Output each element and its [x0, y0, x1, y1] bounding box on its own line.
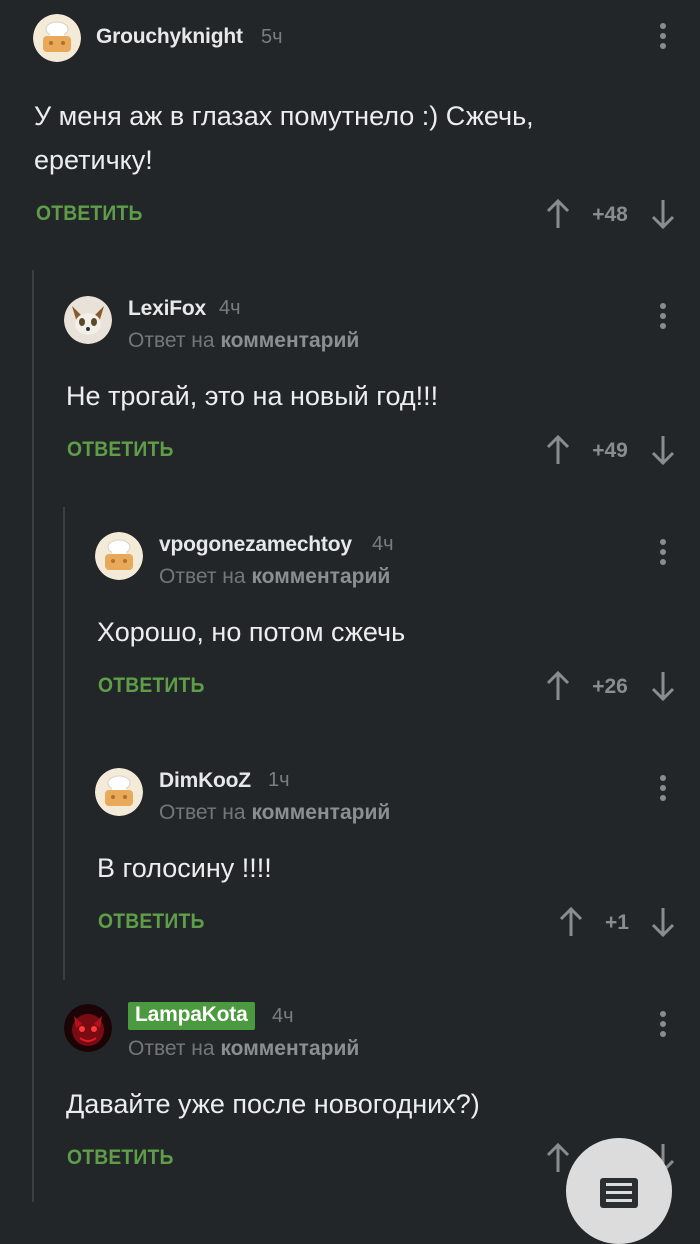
downvote-arrow-icon[interactable] [650, 906, 676, 938]
reply-to-label: Ответ на комментарий [159, 801, 390, 825]
more-options-icon[interactable] [659, 539, 667, 567]
comment-score: +26 [592, 675, 628, 698]
reply-button[interactable]: ОТВЕТИТЬ [36, 202, 143, 226]
avatar[interactable] [95, 532, 143, 580]
reply-to-link[interactable]: комментарий [251, 801, 390, 824]
avatar[interactable] [33, 14, 81, 62]
reply-to-label: Ответ на комментарий [159, 565, 390, 589]
comments-list-button[interactable] [566, 1138, 672, 1244]
reply-to-prefix: Ответ на [128, 329, 215, 352]
avatar[interactable] [95, 768, 143, 816]
username[interactable]: DimKooZ [159, 769, 251, 793]
username[interactable]: Grouchyknight [96, 25, 243, 49]
reply-to-link[interactable]: комментарий [251, 565, 390, 588]
reply-to-prefix: Ответ на [128, 1037, 215, 1060]
reply-to-link[interactable]: комментарий [220, 1037, 359, 1060]
reply-to-prefix: Ответ на [159, 801, 246, 824]
reply-button[interactable]: ОТВЕТИТЬ [98, 910, 205, 934]
username[interactable]: LexiFox [128, 297, 206, 321]
reply-to-label: Ответ на комментарий [128, 1037, 359, 1061]
comment-text: Хорошо, но потом сжечь [97, 617, 406, 647]
timestamp: 5ч [261, 26, 283, 48]
more-options-icon[interactable] [659, 23, 667, 51]
comment-text: У меня аж в глазах помутнело :) Сжечь, е… [34, 101, 534, 175]
upvote-arrow-icon[interactable] [545, 670, 571, 702]
chef-hat-avatar-icon [95, 768, 143, 816]
fox-avatar-icon [64, 296, 112, 344]
downvote-arrow-icon[interactable] [650, 670, 676, 702]
reply-button[interactable]: ОТВЕТИТЬ [98, 674, 205, 698]
comment-score: +48 [592, 203, 628, 226]
comments-list-icon [600, 1178, 638, 1208]
timestamp: 1ч [268, 769, 290, 791]
downvote-arrow-icon[interactable] [650, 434, 676, 466]
comment-text: Давайте уже после новогодних?) [66, 1089, 480, 1119]
reply-to-label: Ответ на комментарий [128, 329, 359, 353]
thread-line-level-2 [63, 507, 65, 980]
timestamp: 4ч [272, 1005, 294, 1027]
username[interactable]: vpogonezamechtoy [159, 533, 352, 557]
red-cat-avatar-icon [64, 1004, 112, 1052]
upvote-arrow-icon[interactable] [545, 198, 571, 230]
avatar[interactable] [64, 1004, 112, 1052]
thread-line-level-1 [32, 270, 34, 1202]
comment-score: +49 [592, 439, 628, 462]
avatar[interactable] [64, 296, 112, 344]
timestamp: 4ч [219, 297, 241, 319]
username[interactable]: LampaKota [128, 1002, 255, 1030]
upvote-arrow-icon[interactable] [545, 1142, 571, 1174]
more-options-icon[interactable] [659, 775, 667, 803]
timestamp: 4ч [372, 533, 394, 555]
downvote-arrow-icon[interactable] [650, 198, 676, 230]
chef-hat-avatar-icon [95, 532, 143, 580]
more-options-icon[interactable] [659, 303, 667, 331]
reply-to-link[interactable]: комментарий [220, 329, 359, 352]
reply-button[interactable]: ОТВЕТИТЬ [67, 438, 174, 462]
comment-text: В голосину !!!! [97, 853, 272, 883]
reply-button[interactable]: ОТВЕТИТЬ [67, 1146, 174, 1170]
comment-text: Не трогай, это на новый год!!! [66, 381, 439, 411]
more-options-icon[interactable] [659, 1011, 667, 1039]
comment-score: +1 [605, 911, 629, 934]
chef-hat-avatar-icon [33, 14, 81, 62]
upvote-arrow-icon[interactable] [545, 434, 571, 466]
reply-to-prefix: Ответ на [159, 565, 246, 588]
upvote-arrow-icon[interactable] [558, 906, 584, 938]
